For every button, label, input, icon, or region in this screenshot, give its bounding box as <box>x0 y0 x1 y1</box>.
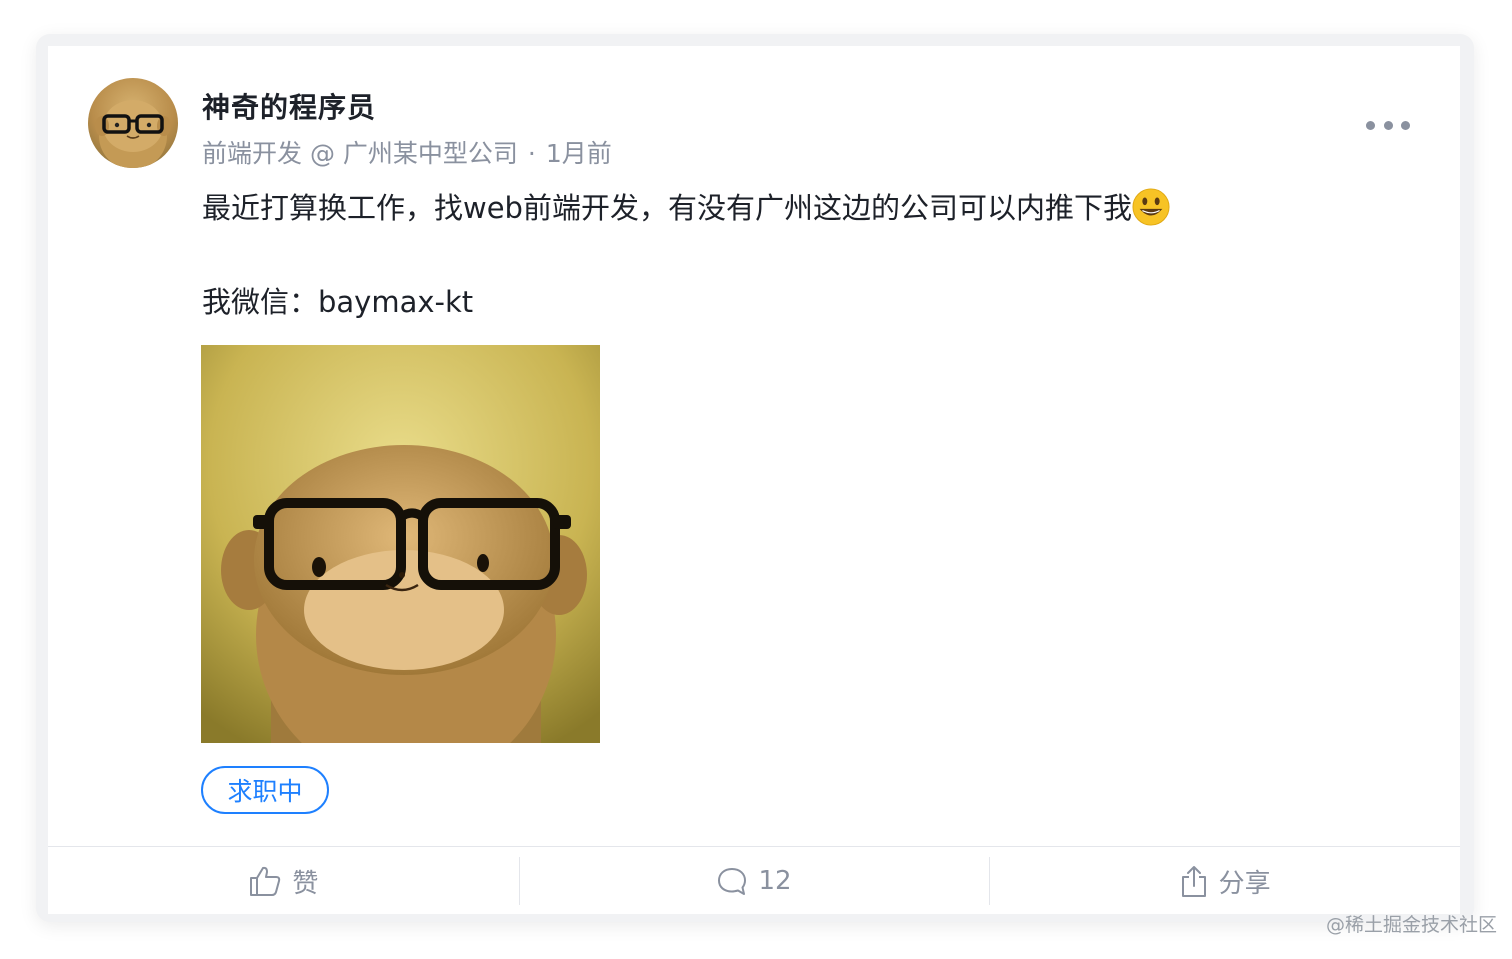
avatar[interactable] <box>88 78 178 168</box>
comment-count: 12 <box>758 866 792 896</box>
share-icon <box>1181 866 1206 897</box>
meta-separator: · <box>527 139 536 168</box>
share-label: 分享 <box>1218 868 1271 899</box>
like-label: 赞 <box>292 868 319 899</box>
post-text-line: 最近打算换工作，找web前端开发，有没有广州这边的公司可以内推下我 <box>202 184 1170 232</box>
post-text-line: 我微信：baymax-kt <box>202 285 474 319</box>
comment-bubble-icon <box>718 868 747 895</box>
share-button[interactable]: 分享 <box>989 847 1460 915</box>
post-content: 最近打算换工作，找web前端开发，有没有广州这边的公司可以内推下我 我微信：ba… <box>202 184 1170 326</box>
action-bar: 赞 12 分享 <box>48 846 1460 915</box>
author-meta: 前端开发 @ 广州某中型公司 · 1月前 <box>202 134 612 170</box>
author-name[interactable]: 神奇的程序员 <box>202 86 376 126</box>
post-image[interactable] <box>201 345 600 743</box>
thumb-up-icon <box>250 866 281 896</box>
smiley-emoji <box>1132 188 1170 226</box>
job-seeking-tag[interactable]: 求职中 <box>201 766 329 814</box>
more-dots-icon <box>1366 120 1375 130</box>
more-options-button[interactable] <box>1366 114 1410 136</box>
like-button[interactable]: 赞 <box>48 847 519 915</box>
author-title: 前端开发 @ 广州某中型公司 <box>202 139 518 168</box>
post-card: 神奇的程序员 前端开发 @ 广州某中型公司 · 1月前 最近打算换工作，找web前端… <box>48 46 1460 914</box>
comment-button[interactable]: 12 <box>518 847 990 915</box>
site-watermark: @稀土掘金技术社区 <box>1326 914 1498 936</box>
post-time: 1月前 <box>545 139 612 168</box>
